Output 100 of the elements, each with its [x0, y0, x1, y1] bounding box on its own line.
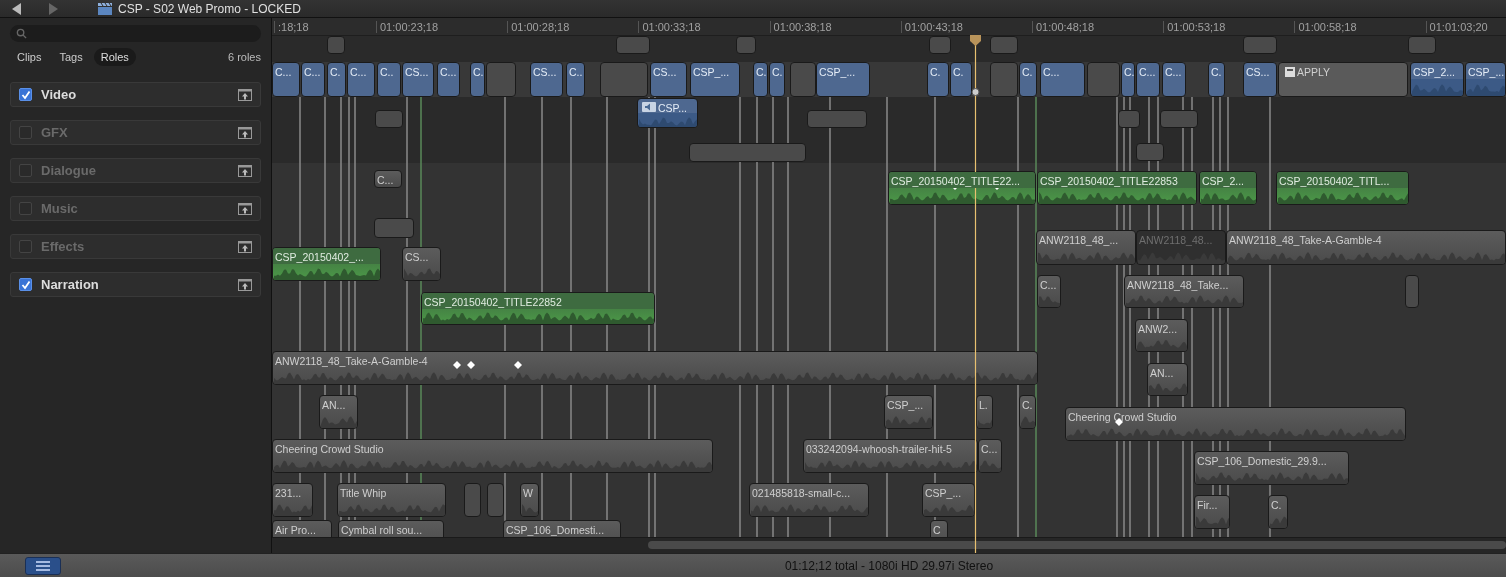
role-row[interactable]: Music — [10, 196, 261, 221]
clip[interactable]: CSP_... — [690, 62, 740, 97]
clip[interactable]: C. — [927, 62, 949, 97]
clip[interactable] — [487, 483, 504, 517]
sidebar-tab[interactable]: Roles — [93, 48, 136, 66]
clip[interactable]: C. — [950, 62, 972, 97]
clip[interactable] — [1160, 110, 1198, 128]
search-field[interactable] — [10, 25, 261, 42]
clip[interactable]: CSP_20150402_TITLE22852 — [421, 292, 655, 325]
clip[interactable]: Cheering Crowd Studio — [1065, 407, 1406, 441]
sidebar-tab[interactable]: Clips — [10, 48, 49, 66]
role-checkbox[interactable] — [19, 126, 32, 139]
clip[interactable]: C.. — [566, 62, 585, 97]
role-row[interactable]: Effects — [10, 234, 261, 259]
clip[interactable] — [374, 218, 414, 238]
clip[interactable]: CSP_20150402_TITL... — [1276, 171, 1409, 205]
role-checkbox[interactable] — [19, 278, 32, 291]
back-icon[interactable] — [12, 2, 22, 15]
clip[interactable] — [807, 110, 867, 128]
horizontal-scrollbar[interactable] — [648, 541, 1506, 549]
role-row[interactable]: Video — [10, 82, 261, 107]
clip[interactable]: W — [520, 483, 539, 517]
clip[interactable]: CS... — [650, 62, 687, 97]
clip[interactable]: 231... — [272, 483, 313, 517]
clip[interactable]: CSP_... — [816, 62, 870, 97]
clip[interactable] — [1087, 62, 1120, 97]
clip[interactable]: Air Pro... — [272, 520, 332, 537]
role-row[interactable]: GFX — [10, 120, 261, 145]
clip[interactable]: Fir... — [1194, 495, 1230, 529]
clip[interactable]: CSP_20150402_... — [272, 247, 381, 281]
clip[interactable]: C... — [272, 62, 300, 97]
role-checkbox[interactable] — [19, 88, 32, 101]
clip[interactable]: CSP... — [637, 98, 698, 128]
clip[interactable]: ANW2118_48_... — [1036, 230, 1136, 265]
clip[interactable]: ANW2118_48... — [1136, 230, 1226, 265]
clip[interactable]: C... — [1162, 62, 1186, 97]
forward-icon[interactable] — [48, 2, 58, 15]
expand-lanes-icon[interactable] — [238, 126, 252, 139]
clip[interactable]: ANW2118_48_Take-A-Gamble-4 — [272, 351, 1038, 385]
clip[interactable]: C... — [374, 170, 402, 188]
clip[interactable] — [1408, 36, 1436, 54]
clip[interactable]: L. — [976, 395, 993, 429]
clip[interactable]: C... — [301, 62, 325, 97]
clip[interactable] — [375, 110, 403, 128]
clip[interactable]: ANW2118_48_Take-A-Gamble-4 — [1226, 230, 1506, 265]
sidebar-tab[interactable]: Tags — [52, 48, 90, 66]
clip[interactable]: C. — [1019, 395, 1036, 429]
clip[interactable] — [790, 62, 816, 97]
clip[interactable] — [1243, 36, 1277, 54]
clip[interactable]: 021485818-small-c... — [749, 483, 869, 517]
expand-lanes-icon[interactable] — [238, 278, 252, 291]
clip[interactable]: CSP_... — [884, 395, 933, 429]
clip[interactable]: C. — [1121, 62, 1135, 97]
clip[interactable]: CSP_... — [922, 483, 975, 517]
clip[interactable] — [616, 36, 650, 54]
clip[interactable]: CS... — [1243, 62, 1277, 97]
timecode-ruler[interactable]: :18;18 01:00:23;18 01:00:28;18 01:00:33;18 01:00:38;18 01:00:43;18 01:00:48;18 01:00:53;18 01:00:58;18 01:01:03;20 — [272, 18, 1506, 36]
clip[interactable]: CSP_... — [1465, 62, 1506, 97]
clip[interactable] — [464, 483, 481, 517]
clip[interactable]: C... — [1040, 62, 1085, 97]
clip[interactable]: C. — [1019, 62, 1037, 97]
clip[interactable]: C. — [327, 62, 346, 97]
clip[interactable] — [929, 36, 951, 54]
role-checkbox[interactable] — [19, 240, 32, 253]
clip[interactable] — [1118, 110, 1140, 128]
clip[interactable]: AN... — [319, 395, 358, 429]
clip[interactable]: C... — [1136, 62, 1160, 97]
role-checkbox[interactable] — [19, 202, 32, 215]
role-row[interactable]: Dialogue — [10, 158, 261, 183]
clip[interactable]: CSP_20150402_TITLE22... — [888, 171, 1036, 205]
clip[interactable]: AN... — [1147, 363, 1188, 396]
expand-lanes-icon[interactable] — [238, 240, 252, 253]
expand-lanes-icon[interactable] — [238, 164, 252, 177]
clip[interactable]: C — [930, 520, 948, 537]
clip[interactable]: Cheering Crowd Studio — [272, 439, 713, 473]
clip[interactable]: CS... — [402, 247, 441, 281]
expand-lanes-icon[interactable] — [238, 88, 252, 101]
clip[interactable]: CSP_2... — [1410, 62, 1464, 97]
clip[interactable] — [1136, 143, 1164, 161]
clip[interactable]: Cymbal roll sou... — [338, 520, 444, 537]
clip[interactable]: C.. — [377, 62, 401, 97]
clip[interactable]: Title Whip — [337, 483, 446, 517]
clip[interactable] — [486, 62, 516, 97]
role-row[interactable]: Narration — [10, 272, 261, 297]
clip[interactable]: CSP_106_Domestic_29.9... — [1194, 451, 1349, 485]
clip[interactable]: C... — [978, 439, 1002, 473]
clip[interactable]: CS... — [530, 62, 563, 97]
clip[interactable]: C. — [1268, 495, 1288, 529]
clip[interactable]: CSP_20150402_TITLE22853 — [1037, 171, 1197, 205]
clip[interactable] — [990, 36, 1018, 54]
clip[interactable] — [327, 36, 345, 54]
clip[interactable]: CSP_106_Domesti... — [503, 520, 621, 537]
role-checkbox[interactable] — [19, 164, 32, 177]
clip[interactable]: ANW2... — [1135, 319, 1188, 352]
clip[interactable]: C... — [1037, 275, 1061, 308]
clip[interactable]: C... — [437, 62, 460, 97]
clip[interactable]: APPLY — [1278, 62, 1408, 97]
clip[interactable]: ANW2118_48_Take... — [1124, 275, 1244, 308]
clip[interactable]: 033242094-whoosh-trailer-hit-5 — [803, 439, 978, 473]
timeline-index-button[interactable] — [25, 556, 61, 575]
